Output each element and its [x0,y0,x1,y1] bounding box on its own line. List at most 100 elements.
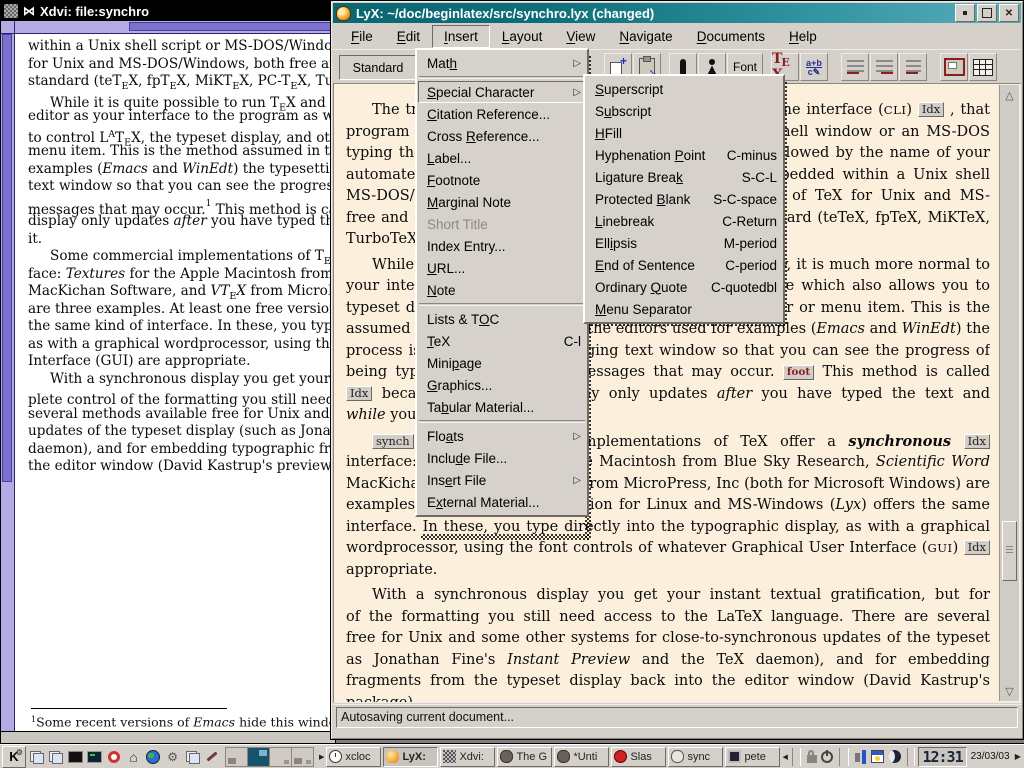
menu-item-label: Menu Separator [595,302,777,317]
menu-item-protected-blank[interactable]: Protected BlankS-C-space [586,188,782,210]
browser-launcher[interactable] [144,747,163,767]
menu-item-hfill[interactable]: HFill [586,122,782,144]
menu-item-tex[interactable]: TeXC-l [418,330,586,352]
menu-item-subscript[interactable]: Subscript [586,100,782,122]
control-center-launcher[interactable]: ⚙ [163,747,182,767]
home-launcher[interactable]: ⌂ [124,747,143,767]
layout-combo[interactable]: Standard [339,55,417,80]
pager-desktop-1[interactable] [226,748,248,766]
task-button-unti[interactable]: *Unti [554,747,609,767]
window-list-button[interactable] [27,747,46,767]
minimize-button[interactable] [955,4,975,22]
menu-item-floats[interactable]: Floats▷ [418,425,586,447]
index-inset[interactable]: Idx [346,386,372,401]
show-desktop-button[interactable] [46,747,65,767]
menu-item-menu-separator[interactable]: Menu Separator [586,298,782,320]
task-button-sync[interactable]: sync [668,747,723,767]
xdvi-titlebar[interactable]: ⋈ Xdvi: file:synchro [1,1,335,21]
organizer-icon[interactable] [871,750,884,763]
pager-desktop-4[interactable] [292,748,313,766]
text-run: Scientific Word [876,454,990,470]
task-button-lyx[interactable]: LyX: [383,747,438,767]
menu-item-citation-reference[interactable]: Citation Reference... [418,103,586,125]
window-menu-icon[interactable]: ⋈ [23,4,35,18]
task-button-xdvi[interactable]: Xdvi: [440,747,495,767]
menu-item-special-character[interactable]: Special Character▷ [418,81,586,103]
index-inset[interactable]: Idx [964,540,990,555]
menu-item-include-file[interactable]: Include File... [418,447,586,469]
klipper-icon[interactable] [855,750,867,764]
menu-item-index-entry[interactable]: Index Entry... [418,235,586,257]
menu-item-note[interactable]: Note [418,279,586,301]
xterm-launcher[interactable] [66,747,85,767]
menu-item-lists-toc[interactable]: Lists & TOC [418,308,586,330]
menu-item-external-material[interactable]: External Material... [418,491,586,513]
menubar-item-file[interactable]: File [339,25,385,48]
menu-item-linebreak[interactable]: LinebreakC-Return [586,210,782,232]
pager-desktop-2[interactable] [248,748,270,766]
menu-item-ligature-break[interactable]: Ligature BreakS-C-L [586,166,782,188]
xdvi-vertical-scrollbar[interactable] [1,34,15,731]
menu-item-math[interactable]: Math▷ [418,52,586,74]
task-button-the-g[interactable]: The G [497,747,552,767]
xdvi-hscroll-thumb[interactable] [129,22,335,31]
logout-icon[interactable] [821,751,833,763]
footnote-inset[interactable]: foot [783,365,814,380]
menubar-item-edit[interactable]: Edit [385,25,432,48]
konsole-launcher[interactable] [85,747,104,767]
moon-applet-icon[interactable] [888,750,901,763]
xdvi-vscroll-thumb[interactable] [2,34,12,482]
task-button-pete[interactable]: pete [725,747,780,767]
menubar-item-insert[interactable]: Insert [432,25,490,48]
index-inset[interactable]: Idx [918,102,944,117]
clock-applet[interactable]: 12:31 [918,747,966,767]
scroll-up-icon[interactable]: △ [1000,87,1019,103]
menu-item-footnote[interactable]: Footnote [418,169,586,191]
insert-footnote-button[interactable] [841,53,869,81]
menubar-item-help[interactable]: Help [777,25,829,48]
editor-launcher[interactable] [202,747,221,767]
menu-item-minipage[interactable]: Minipage [418,352,586,374]
change-depth-button[interactable] [899,53,927,81]
help-launcher[interactable] [105,747,124,767]
math-mode-button[interactable]: a+bc✎ [800,53,828,81]
menu-item-marginal-note[interactable]: Marginal Note [418,191,586,213]
menu-item-hyphenation-point[interactable]: Hyphenation PointC-minus [586,144,782,166]
documents-launcher[interactable] [183,747,202,767]
xdvi-horizontal-scrollbar[interactable] [15,21,335,34]
k-menu-button[interactable]: K⚙ [2,746,26,768]
menu-item-tabular-material[interactable]: Tabular Material... [418,396,586,418]
menu-item-cross-reference[interactable]: Cross Reference... [418,125,586,147]
menubar-item-layout[interactable]: Layout [490,25,555,48]
menubar-item-documents[interactable]: Documents [685,25,777,48]
menu-item-short-title[interactable]: Short Title [418,213,586,235]
close-button[interactable]: ✕ [999,4,1019,22]
pager-desktop-3[interactable] [270,748,292,766]
task-button-xcloc[interactable]: xcloc [326,747,381,767]
scroll-down-icon[interactable]: ▽ [1000,683,1019,699]
menubar-item-navigate[interactable]: Navigate [607,25,684,48]
menu-item-end-of-sentence[interactable]: End of SentenceC-period [586,254,782,276]
lock-screen-icon[interactable] [807,755,817,763]
lyx-app-icon[interactable] [336,6,351,21]
menubar-item-view[interactable]: View [554,25,607,48]
menu-item-graphics[interactable]: Graphics... [418,374,586,396]
lyx-titlebar[interactable]: LyX: ~/doc/beginlatex/src/synchro.lyx (c… [333,3,1021,23]
taskbar-expand-icon[interactable]: ▶ [318,748,326,766]
open-inset[interactable]: synch [372,434,414,449]
insert-marginpar-button[interactable] [870,53,898,81]
menu-item-ordinary-quote[interactable]: Ordinary QuoteC-quotedbl [586,276,782,298]
index-inset[interactable]: Idx [964,434,990,449]
insert-figure-button[interactable] [940,53,968,81]
panel-hide-icon[interactable]: ▶ [1014,752,1022,761]
menu-item-insert-file[interactable]: Insert File▷ [418,469,586,491]
menu-item-ellipsis[interactable]: EllipsisM-period [586,232,782,254]
insert-table-button[interactable] [969,53,997,81]
menu-item-label[interactable]: Label... [418,147,586,169]
menu-item-url[interactable]: URL... [418,257,586,279]
document-scrollbar[interactable]: △ ▽ [999,85,1019,701]
scrollbar-thumb[interactable] [1002,521,1017,581]
maximize-button[interactable] [977,4,997,22]
task-button-slas[interactable]: Slas [611,747,666,767]
menu-item-superscript[interactable]: Superscript [586,78,782,100]
